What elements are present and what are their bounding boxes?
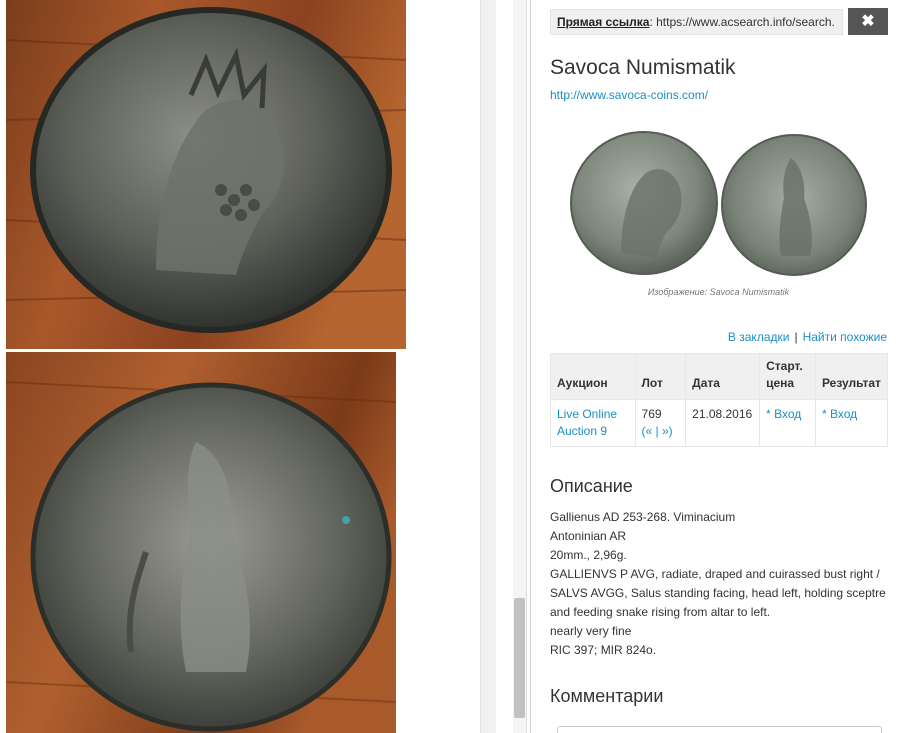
coin-reverse-photo: [6, 352, 396, 733]
col-header-lot: Лот: [634, 353, 687, 400]
panel-scrollbar[interactable]: [513, 0, 527, 733]
cell-lot: 769 (« | »): [634, 399, 687, 447]
result-login-link[interactable]: * Вход: [822, 407, 857, 421]
dealer-name: Savoca Numismatik: [550, 56, 736, 79]
comment-input[interactable]: [557, 726, 882, 733]
table-header-row: Аукцион Лот Дата Старт. цена Результат: [550, 353, 889, 400]
direct-link-url[interactable]: : https://www.acsearch.info/search.: [649, 15, 834, 29]
col-header-date: Дата: [685, 353, 761, 400]
description-text: Gallienus AD 253-268. Viminacium Antonin…: [550, 508, 890, 660]
close-icon[interactable]: ✖: [848, 8, 888, 35]
lot-nav-links[interactable]: (« | »): [642, 424, 673, 438]
actions-separator: |: [794, 330, 798, 344]
cell-date: 21.08.2016: [685, 399, 761, 447]
start-price-login-link[interactable]: * Вход: [766, 407, 801, 421]
image-caption: Изображение: Savoca Numismatik: [647, 287, 790, 297]
description-line: 20mm., 2,96g.: [550, 548, 627, 562]
description-line: RIC 397; MIR 824o.: [550, 643, 657, 657]
comments-heading: Комментарии: [550, 686, 664, 706]
cell-auction: Live Online Auction 9: [550, 399, 636, 447]
col-header-start-price: Старт. цена: [759, 353, 816, 400]
table-row: Live Online Auction 9 769 (« | ») 21.08.…: [550, 399, 889, 447]
col-header-result: Результат: [814, 353, 889, 400]
coin-obverse-photo: [6, 0, 406, 349]
description-line: SALVS AVGG, Salus standing facing, head …: [550, 586, 886, 600]
auction-link[interactable]: Live Online Auction 9: [557, 407, 617, 438]
dealer-website-link[interactable]: http://www.savoca-coins.com/: [550, 88, 708, 102]
description-line: GALLIENVS P AVG, radiate, draped and cui…: [550, 567, 880, 581]
description-line: Gallienus AD 253-268. Viminacium: [550, 510, 736, 524]
scroll-gutter: [480, 0, 496, 733]
description-heading: Описание: [550, 476, 633, 496]
lot-actions: В закладки | Найти похожие: [550, 330, 887, 344]
find-similar-link[interactable]: Найти похожие: [803, 330, 887, 344]
bookmark-link[interactable]: В закладки: [728, 330, 790, 344]
direct-link-bar: Прямая ссылка: https://www.acsearch.info…: [550, 9, 843, 35]
description-line: and feeding snake rising from altar to l…: [550, 605, 771, 619]
col-header-auction: Аукцион: [550, 353, 636, 400]
description-line: nearly very fine: [550, 624, 632, 638]
cell-start-price: * Вход: [759, 399, 816, 447]
direct-link-label[interactable]: Прямая ссылка: [557, 15, 649, 29]
auction-table: Аукцион Лот Дата Старт. цена Результат L…: [550, 353, 889, 447]
scrollbar-thumb[interactable]: [514, 598, 525, 718]
cell-result: * Вход: [814, 399, 889, 447]
lot-number: 769: [641, 407, 662, 421]
lot-coin-image[interactable]: [566, 128, 872, 278]
description-line: Antoninian AR: [550, 529, 627, 543]
